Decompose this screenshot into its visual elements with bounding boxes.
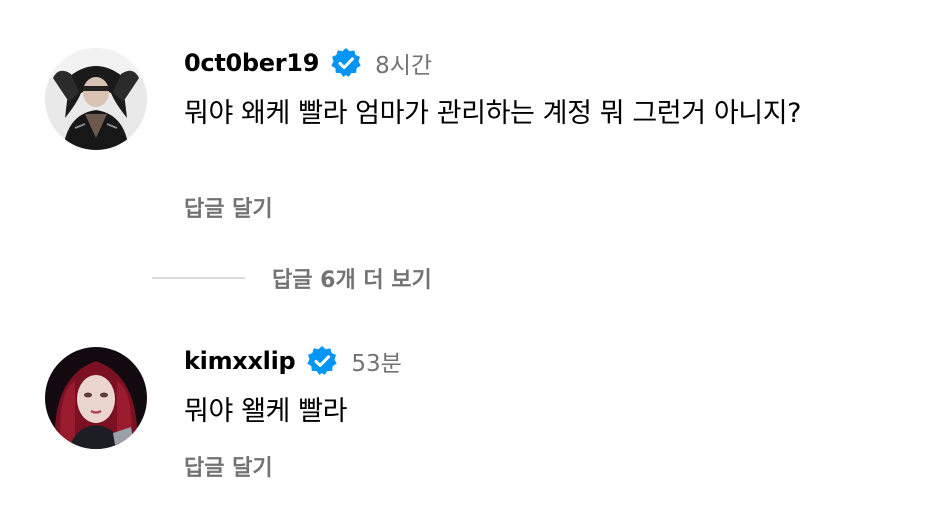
divider-line: [152, 277, 245, 279]
verified-badge-icon: [329, 46, 363, 80]
avatar[interactable]: [45, 347, 147, 449]
comment-text: 뭐야 왜케 빨라 엄마가 관리하는 계정 뭐 그런거 아니지?: [184, 98, 802, 129]
verified-badge-icon: [305, 344, 339, 378]
timestamp[interactable]: 53분: [351, 344, 401, 378]
view-more-replies-button[interactable]: 답글 6개 더 보기: [152, 258, 432, 298]
comment-header: kimxxlip 53분: [184, 344, 402, 378]
reply-button[interactable]: 답글 달기: [184, 191, 273, 223]
avatar[interactable]: [45, 48, 147, 150]
comment-text: 뭐야 왤케 빨라: [184, 396, 348, 427]
username[interactable]: kimxxlip: [184, 347, 296, 375]
username[interactable]: 0ct0ber19: [184, 49, 319, 77]
reply-button[interactable]: 답글 달기: [184, 450, 273, 482]
comment-header: 0ct0ber19 8시간: [184, 46, 432, 80]
timestamp[interactable]: 8시간: [375, 46, 432, 80]
view-more-replies-label: 답글 6개 더 보기: [272, 268, 432, 293]
